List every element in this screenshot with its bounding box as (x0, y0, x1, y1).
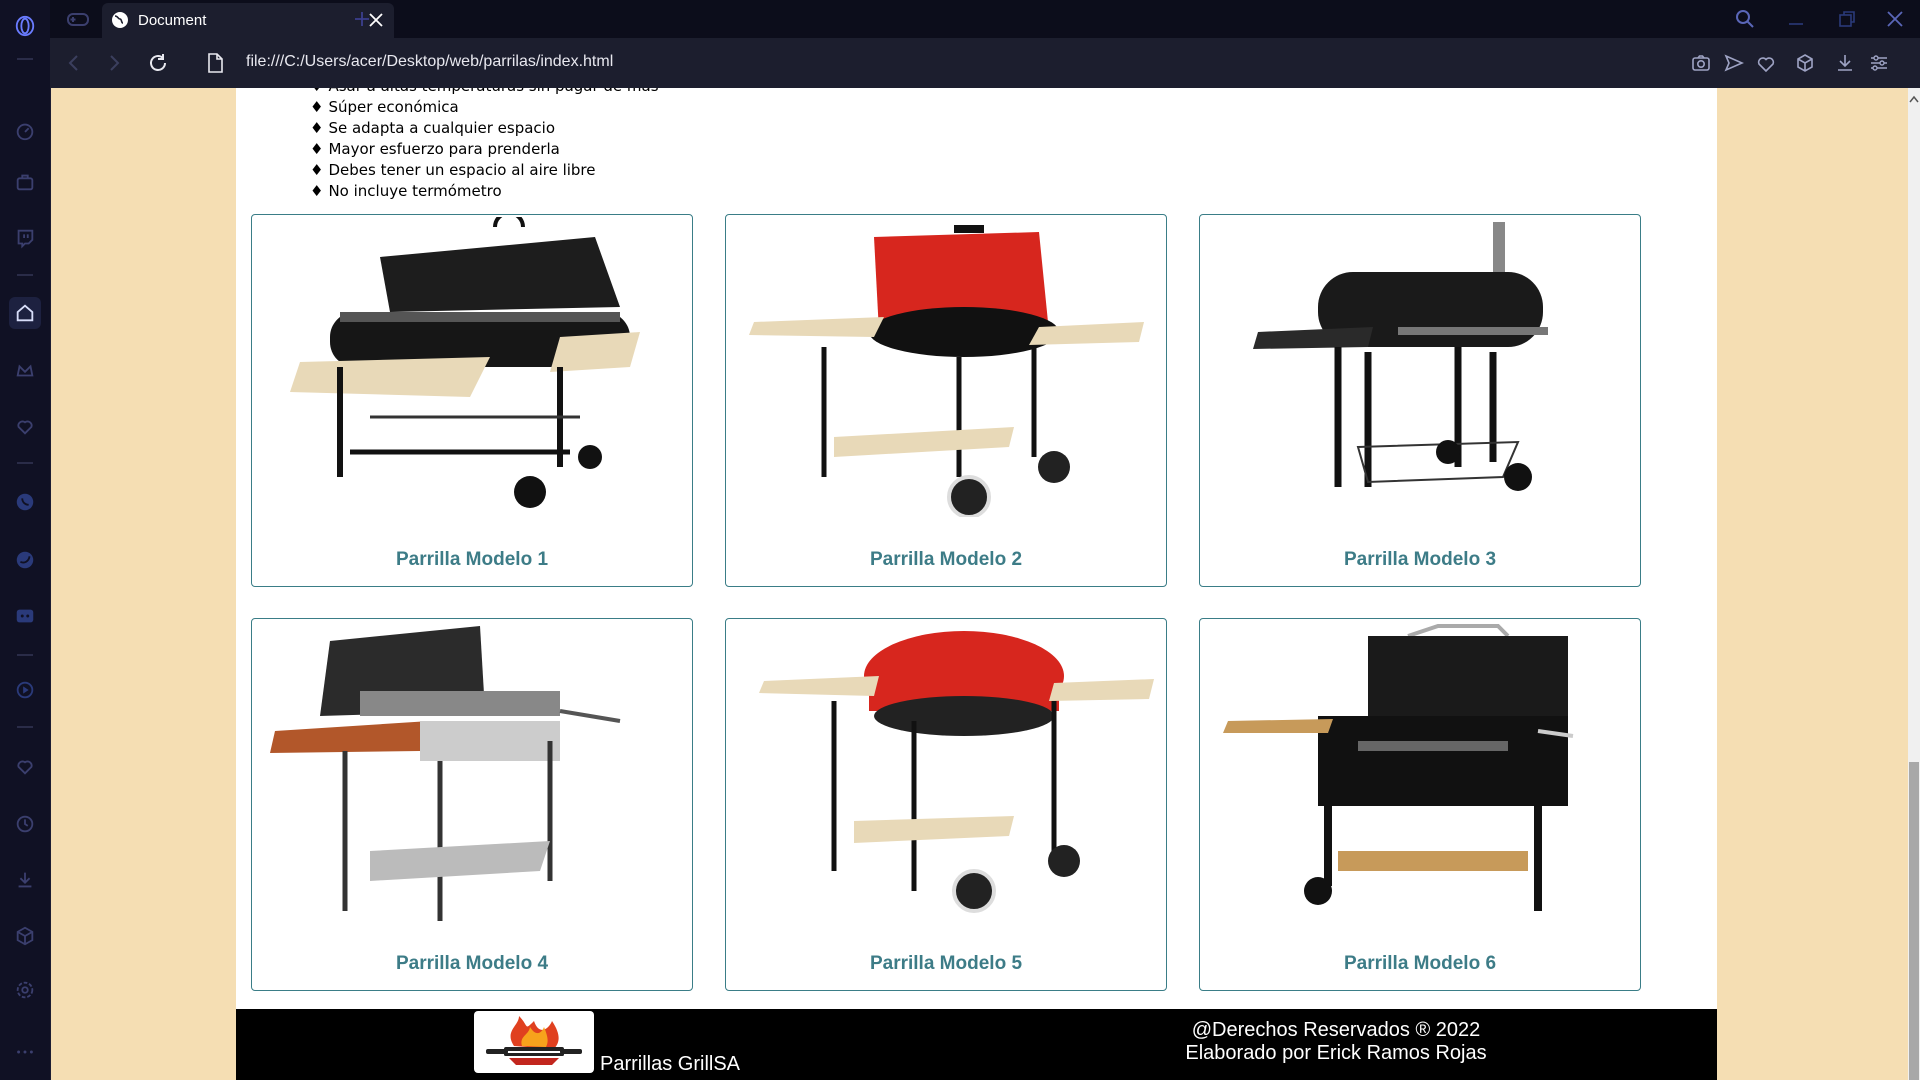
search-tabs-icon[interactable] (1734, 8, 1756, 30)
product-card[interactable]: Parrilla Modelo 2 (725, 214, 1167, 587)
home-icon[interactable] (9, 297, 41, 329)
minimize-icon[interactable] (1785, 8, 1807, 30)
easy-setup-icon[interactable] (1868, 52, 1890, 74)
download-icon[interactable] (1834, 52, 1856, 74)
opera-sidebar (0, 0, 51, 1080)
footer-credits: @Derechos Reservados ® 2022 Elaborado po… (1146, 1019, 1526, 1065)
product-image (1223, 624, 1574, 911)
heart-icon[interactable] (1755, 52, 1777, 74)
sidebar-separator (17, 726, 33, 728)
twitch-icon[interactable] (9, 222, 41, 254)
product-card[interactable]: Parrilla Modelo 5 (725, 618, 1167, 991)
product-card[interactable]: Parrilla Modelo 6 (1199, 618, 1641, 991)
product-title[interactable]: Parrilla Modelo 4 (252, 953, 692, 975)
sidebar-separator (17, 654, 33, 656)
url-input[interactable]: file:///C:/Users/acer/Desktop/web/parril… (246, 53, 613, 71)
product-card[interactable]: Parrilla Modelo 1 (251, 214, 693, 587)
scrollbar-thumb[interactable] (1909, 762, 1919, 1080)
restore-icon[interactable] (1836, 8, 1858, 30)
more-icon[interactable] (9, 1036, 41, 1068)
feature-item: No incluye termómetro (310, 181, 659, 202)
feature-item: Asar a altas temperaturas sin pagar de m… (310, 88, 658, 97)
feature-item: Debes tener un espacio al aire libre (310, 160, 659, 181)
forward-icon[interactable] (102, 51, 126, 75)
product-image (270, 626, 621, 921)
settings-icon[interactable] (9, 974, 41, 1006)
product-image (290, 217, 640, 508)
author-text: Elaborado por Erick Ramos Rojas (1185, 1042, 1487, 1064)
product-card[interactable]: Parrilla Modelo 3 (1199, 214, 1641, 587)
product-title[interactable]: Parrilla Modelo 2 (726, 549, 1166, 571)
crown-icon[interactable] (9, 354, 41, 386)
discord-icon[interactable] (9, 600, 41, 632)
product-card[interactable]: Parrilla Modelo 4 (251, 618, 693, 991)
gamepad-icon[interactable] (66, 8, 90, 30)
speed-dial-icon[interactable] (9, 115, 41, 147)
copyright-text: @Derechos Reservados ® 2022 (1191, 1019, 1481, 1041)
reload-icon[interactable] (146, 51, 170, 75)
globe-icon (111, 11, 129, 29)
send-icon[interactable] (1723, 52, 1745, 74)
feature-item: Mayor esfuerzo para prenderla (310, 139, 659, 160)
footer-brand: Parrillas GrillSA (600, 1053, 741, 1075)
bag-icon[interactable] (9, 166, 41, 198)
scroll-up-icon[interactable] (1909, 90, 1919, 103)
feature-item: Súper económica (310, 97, 659, 118)
sidebar-separator (17, 58, 33, 60)
tab-title: Document (138, 12, 207, 29)
page-content: Asar a altas temperaturas sin pagar de m… (236, 88, 1717, 1080)
twitter-icon[interactable] (9, 544, 41, 576)
file-icon (206, 52, 224, 74)
feature-list: Asar a altas temperaturas sin pagar de m… (310, 88, 659, 202)
sidebar-separator (17, 274, 33, 276)
tab-document[interactable]: Document (102, 3, 394, 38)
camera-icon[interactable] (1690, 52, 1712, 74)
whatsapp-icon[interactable] (9, 486, 41, 518)
address-bar: file:///C:/Users/acer/Desktop/web/parril… (50, 38, 1920, 88)
opera-logo-icon[interactable] (9, 10, 41, 42)
close-window-icon[interactable] (1884, 8, 1906, 30)
product-title[interactable]: Parrilla Modelo 5 (726, 953, 1166, 975)
product-image (759, 631, 1154, 913)
product-image (1253, 222, 1548, 491)
box-icon[interactable] (9, 920, 41, 952)
product-title[interactable]: Parrilla Modelo 6 (1200, 953, 1640, 975)
player-icon[interactable] (9, 674, 41, 706)
product-title[interactable]: Parrilla Modelo 1 (252, 549, 692, 571)
product-title[interactable]: Parrilla Modelo 3 (1200, 549, 1640, 571)
new-tab-icon[interactable] (352, 9, 372, 29)
download-icon[interactable] (9, 864, 41, 896)
product-image (749, 225, 1144, 517)
grill-logo (474, 1011, 594, 1073)
heart-icon[interactable] (9, 410, 41, 442)
cube-icon[interactable] (1794, 52, 1816, 74)
heart-outline-icon[interactable] (9, 750, 41, 782)
back-icon[interactable] (62, 51, 86, 75)
page-viewport: Asar a altas temperaturas sin pagar de m… (51, 88, 1908, 1080)
history-icon[interactable] (9, 808, 41, 840)
footer: Parrillas GrillSA @Derechos Reservados ®… (236, 1009, 1717, 1080)
sidebar-separator (17, 462, 33, 464)
tab-bar: Document (50, 0, 1920, 38)
feature-item: Se adapta a cualquier espacio (310, 118, 659, 139)
